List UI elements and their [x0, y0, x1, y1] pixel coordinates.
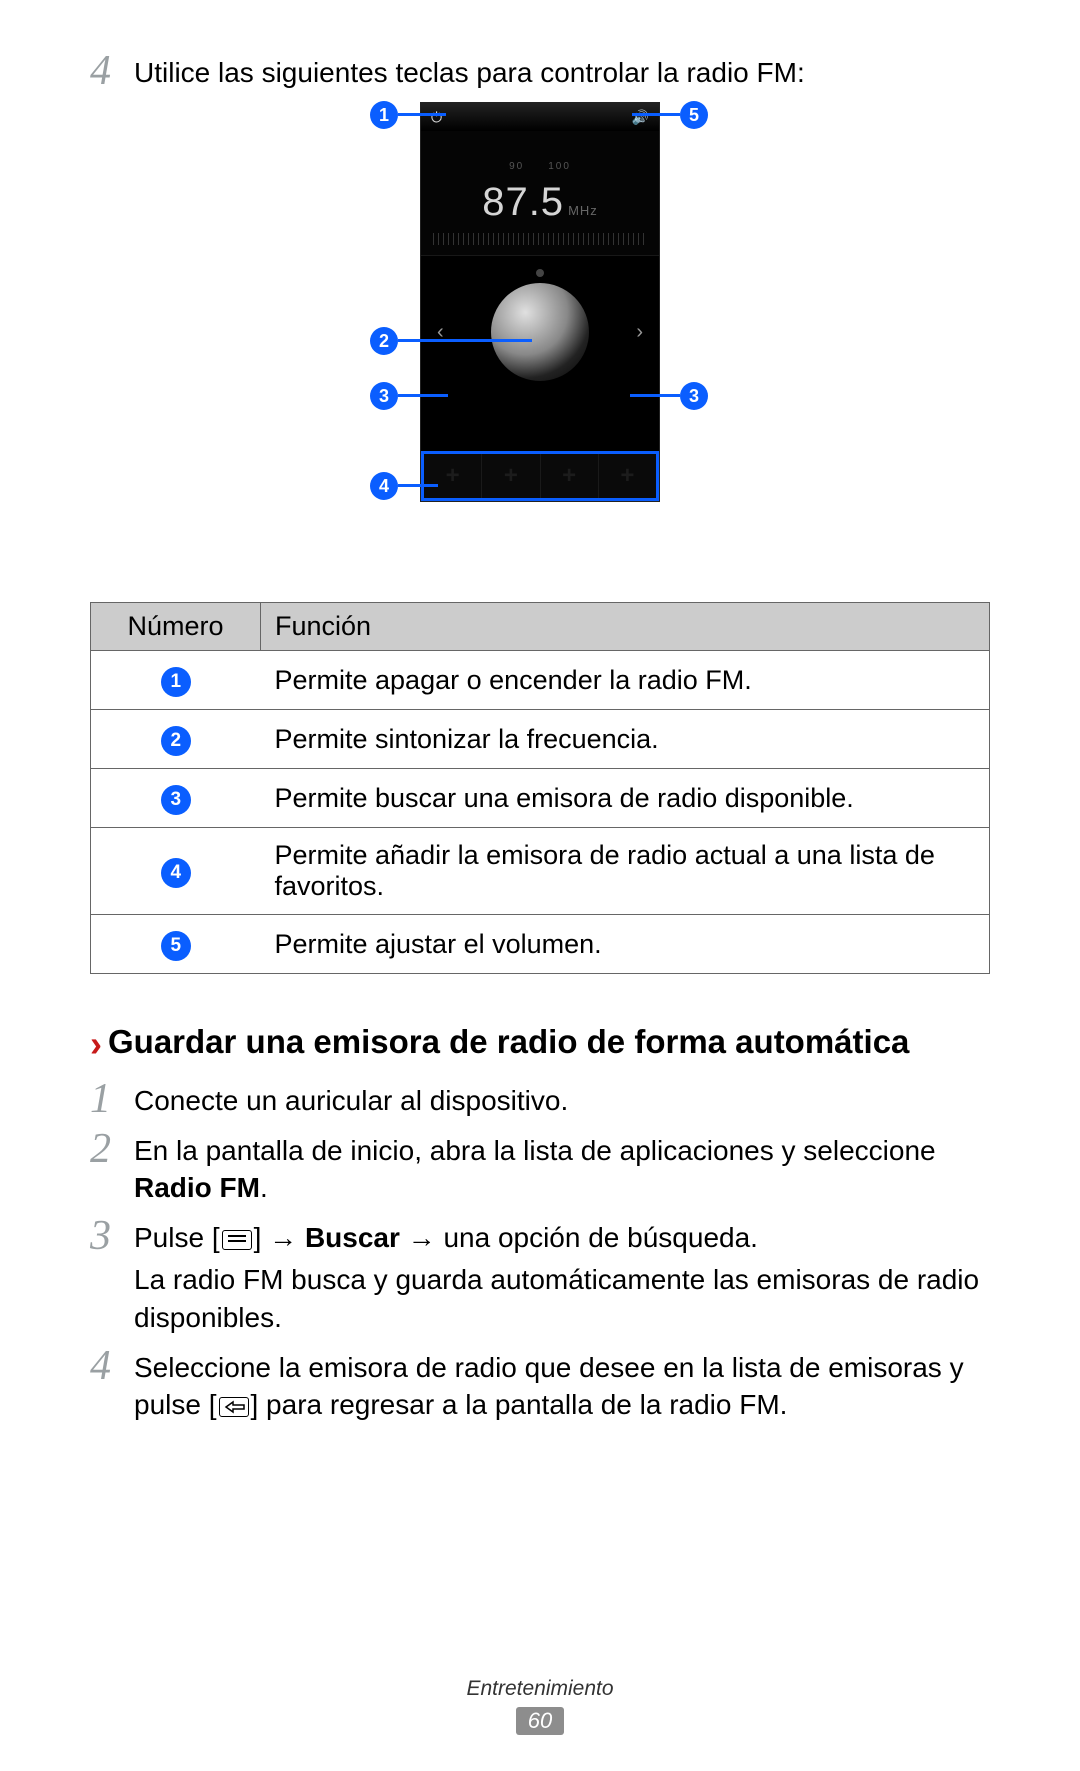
favorites-bar: + + + +	[421, 451, 659, 501]
step-4: 4 Seleccione la emisora de radio que des…	[90, 1345, 990, 1425]
table-row: 4 Permite añadir la emisora de radio act…	[91, 828, 990, 915]
power-icon: ⏻	[431, 109, 442, 126]
frequency-unit: MHz	[568, 203, 598, 218]
favorite-slot: +	[482, 454, 540, 498]
row-badge: 4	[161, 858, 191, 888]
frequency-scale	[433, 233, 647, 245]
step-1: 1 Conecte un auricular al dispositivo.	[90, 1078, 990, 1120]
favorite-slot: +	[541, 454, 599, 498]
table-row: 2 Permite sintonizar la frecuencia.	[91, 710, 990, 769]
tick-label: 90	[509, 161, 524, 172]
section-heading: › Guardar una emisora de radio de forma …	[90, 1022, 990, 1064]
step-text: Pulse [] → Buscar → una opción de búsque…	[134, 1215, 990, 1336]
radio-screenshot: ⏻ 🔊 90 100 87.5 MHz ‹ › + + + + 1 5 2 3 3…	[270, 102, 810, 572]
callout-1: 1	[370, 101, 398, 129]
step-number: 4	[90, 1345, 134, 1387]
row-badge: 2	[161, 726, 191, 756]
phone-topbar: ⏻ 🔊	[421, 103, 659, 131]
tuning-row: ‹ ›	[421, 256, 659, 382]
tuning-dial	[490, 282, 590, 382]
callout-4: 4	[370, 472, 398, 500]
row-badge: 3	[161, 785, 191, 815]
frequency-display: 90 100 87.5 MHz	[421, 131, 659, 256]
favorite-slot: +	[599, 454, 656, 498]
menu-icon	[222, 1230, 252, 1250]
callout-5: 5	[680, 101, 708, 129]
table-row: 3 Permite buscar una emisora de radio di…	[91, 769, 990, 828]
step-number: 3	[90, 1215, 134, 1257]
col-header-number: Número	[91, 603, 261, 651]
row-badge: 1	[161, 667, 191, 697]
callout-3-right: 3	[680, 382, 708, 410]
row-function: Permite apagar o encender la radio FM.	[261, 651, 990, 710]
section-title: Guardar una emisora de radio de forma au…	[108, 1022, 909, 1062]
phone-frame: ⏻ 🔊 90 100 87.5 MHz ‹ › + + + +	[420, 102, 660, 502]
callout-3-left: 3	[370, 382, 398, 410]
step-2: 2 En la pantalla de inicio, abra la list…	[90, 1128, 990, 1208]
step-text: Conecte un auricular al dispositivo.	[134, 1078, 568, 1120]
step-number: 4	[90, 50, 134, 92]
step-3: 3 Pulse [] → Buscar → una opción de búsq…	[90, 1215, 990, 1336]
step-4-intro: 4 Utilice las siguientes teclas para con…	[90, 50, 990, 92]
seek-right-icon: ›	[636, 321, 643, 344]
tick-label: 100	[548, 161, 571, 172]
step-text: En la pantalla de inicio, abra la lista …	[134, 1128, 990, 1208]
row-function: Permite ajustar el volumen.	[261, 915, 990, 974]
footer-section-name: Entretenimiento	[0, 1677, 1080, 1701]
table-row: 1 Permite apagar o encender la radio FM.	[91, 651, 990, 710]
footer-page-number: 60	[516, 1707, 564, 1735]
back-icon	[219, 1397, 249, 1417]
row-badge: 5	[161, 931, 191, 961]
step-text: Seleccione la emisora de radio que desee…	[134, 1345, 990, 1425]
page-footer: Entretenimiento 60	[0, 1677, 1080, 1735]
speaker-icon: 🔊	[632, 109, 649, 126]
step-subtext: La radio FM busca y guarda automáticamen…	[134, 1261, 990, 1337]
step-number: 2	[90, 1128, 134, 1170]
row-function: Permite sintonizar la frecuencia.	[261, 710, 990, 769]
row-function: Permite buscar una emisora de radio disp…	[261, 769, 990, 828]
frequency-value: 87.5	[482, 180, 564, 224]
table-row: 5 Permite ajustar el volumen.	[91, 915, 990, 974]
step-text: Utilice las siguientes teclas para contr…	[134, 50, 805, 92]
step-number: 1	[90, 1078, 134, 1120]
chevron-icon: ›	[90, 1024, 102, 1064]
col-header-function: Función	[261, 603, 990, 651]
row-function: Permite añadir la emisora de radio actua…	[261, 828, 990, 915]
favorite-slot: +	[424, 454, 482, 498]
function-table: Número Función 1 Permite apagar o encend…	[90, 602, 990, 974]
callout-2: 2	[370, 327, 398, 355]
